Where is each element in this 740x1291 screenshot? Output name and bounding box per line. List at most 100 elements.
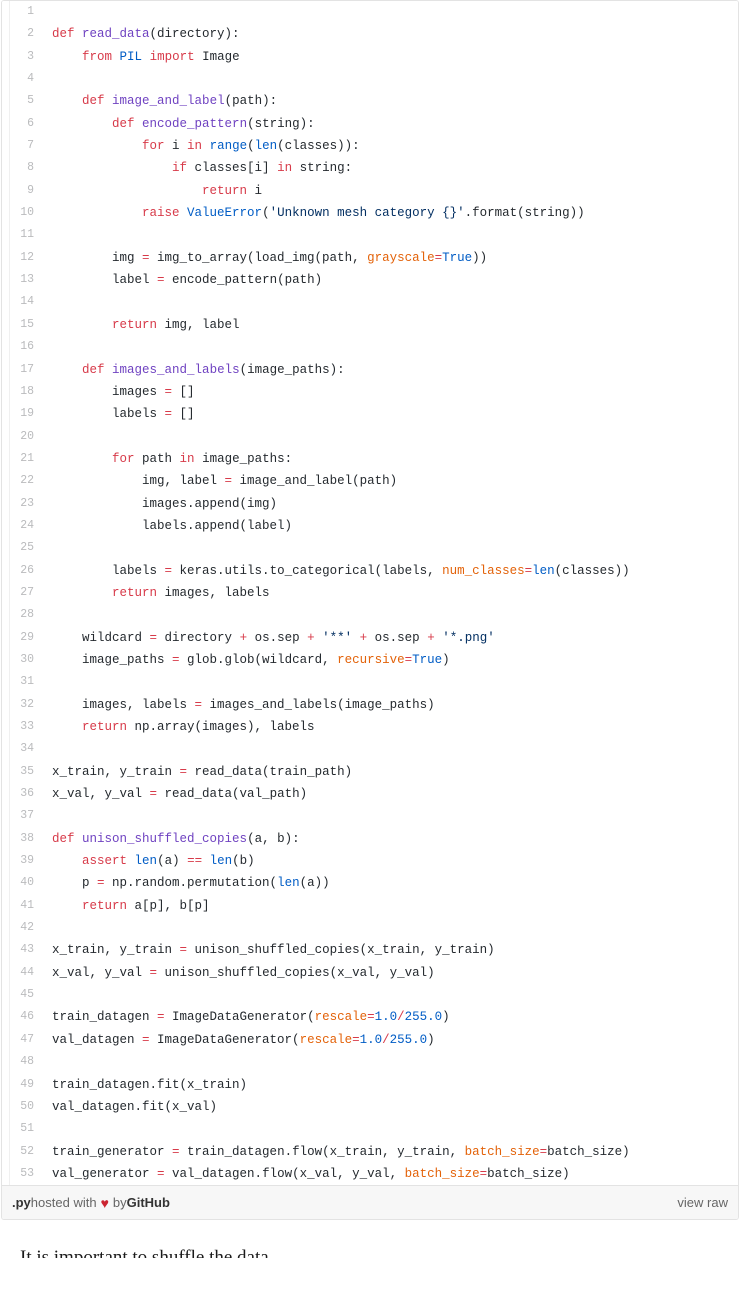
code-token: x_train, y_train <box>52 943 180 958</box>
code-token: 1.0 <box>359 1032 383 1047</box>
line-content: label = encode_pattern(path) <box>42 269 738 292</box>
line-content: image_paths = glob.glob(wildcard, recurs… <box>42 648 738 672</box>
line-content: val_generator = val_datagen.flow(x_val, … <box>42 1162 738 1186</box>
code-token: def <box>52 831 75 846</box>
code-token: = <box>224 474 233 489</box>
code-token: val_datagen.fit(x_val) <box>52 1099 218 1114</box>
gist-footer: .py hosted with ♥ by GitHub view raw <box>2 1185 738 1220</box>
line-content <box>42 984 738 1007</box>
code-line: 1 <box>2 1 738 24</box>
code-line: 3 from PIL import Image <box>2 45 738 69</box>
code-token: )) <box>472 250 488 265</box>
line-content <box>42 1 738 24</box>
code-line: 33 return np.array(images), labels <box>2 716 738 739</box>
code-token: images_and_labels <box>112 362 240 377</box>
code-line: 45 <box>2 984 738 1007</box>
code-line: 53 val_generator = val_datagen.flow(x_val… <box>2 1162 738 1186</box>
code-token: in <box>179 451 195 466</box>
line-number: 30 <box>2 648 42 672</box>
code-token: raise <box>142 206 180 221</box>
line-content: def encode_pattern(string): <box>42 112 738 136</box>
line-content: train_generator = train_datagen.flow(x_t… <box>42 1140 738 1163</box>
code-token: + <box>307 630 315 645</box>
hosted-with-label: hosted with <box>30 1195 97 1211</box>
code-token: len <box>254 139 278 154</box>
line-number: 1 <box>2 1 42 24</box>
code-token: ) <box>442 1010 450 1025</box>
code-token: return <box>112 317 158 332</box>
code-token: = <box>142 1032 150 1047</box>
code-token: = <box>434 250 443 265</box>
code-line: 19 labels = [] <box>2 403 738 426</box>
code-token: = <box>157 273 165 288</box>
code-line: 44 x_val, y_val = unison_shuffled_copies(… <box>2 961 738 985</box>
code-line: 22 img, label = image_and_label(path) <box>2 470 738 493</box>
code-token: unison_shuffled_copies(x_val, y_val) <box>157 965 435 980</box>
line-number: 33 <box>2 716 42 739</box>
code-token: ( <box>262 206 270 221</box>
code-token: = <box>164 407 173 422</box>
code-token: 255.0 <box>404 1010 443 1025</box>
code-token: = <box>157 1010 165 1025</box>
line-number: 9 <box>2 179 42 203</box>
code-token: rescale <box>314 1010 368 1025</box>
code-line: 21 for path in image_paths: <box>2 447 738 471</box>
line-number: 50 <box>2 1095 42 1119</box>
code-token: (classes)) <box>554 563 630 578</box>
code-token: def <box>112 116 135 131</box>
code-token: = <box>179 764 188 779</box>
line-number: 6 <box>2 112 42 136</box>
line-content <box>42 917 738 940</box>
code-token: x_val, y_val <box>52 965 150 980</box>
code-token: = <box>142 250 150 265</box>
line-content <box>42 291 738 314</box>
code-token: = <box>164 563 173 578</box>
code-token: images, labels <box>157 585 270 600</box>
code-token: image_paths: <box>194 451 293 466</box>
line-content: return i <box>42 179 738 203</box>
code-token: return <box>82 898 128 913</box>
line-number: 38 <box>2 827 42 851</box>
code-token: batch_size <box>404 1166 480 1181</box>
line-number: 4 <box>2 68 42 91</box>
line-number: 13 <box>2 269 42 292</box>
code-token: Image <box>194 49 240 64</box>
code-token: 1.0 <box>374 1010 398 1025</box>
code-token: PIL <box>119 49 143 64</box>
code-line: 12 img = img_to_array(load_img(path, gra… <box>2 246 738 270</box>
code-token: p <box>52 876 98 891</box>
line-number: 11 <box>2 224 42 247</box>
code-token: train_datagen.flow(x_train, y_train, <box>179 1144 465 1159</box>
view-raw-link[interactable]: view raw <box>677 1195 728 1210</box>
code-line: 36 x_val, y_val = read_data(val_path) <box>2 783 738 806</box>
code-token: = <box>367 1010 375 1025</box>
code-token: batch_size) <box>547 1144 630 1159</box>
code-token: [] <box>172 407 195 422</box>
code-token: os.sep <box>247 630 308 645</box>
line-number: 2 <box>2 23 42 46</box>
line-number: 39 <box>2 850 42 873</box>
code-line: 42 <box>2 917 738 940</box>
line-content <box>42 224 738 247</box>
code-token: in <box>277 161 293 176</box>
line-number: 17 <box>2 358 42 381</box>
heart-icon: ♥ <box>100 1194 109 1211</box>
code-token: '*.png' <box>442 630 495 645</box>
code-token: ( <box>247 139 255 154</box>
below-gist-paragraph: It is important to shuffle the data <box>20 1247 269 1259</box>
code-token: image_paths <box>52 652 173 667</box>
code-line: 39 assert len(a) == len(b) <box>2 850 738 873</box>
code-line: 49 train_datagen.fit(x_train) <box>2 1073 738 1096</box>
code-token: = <box>172 652 180 667</box>
line-number: 36 <box>2 783 42 806</box>
code-table: 1 2 def read_data(directory): 3 from PIL i… <box>2 1 738 1186</box>
code-token: label <box>52 273 158 288</box>
code-line: 9 return i <box>2 179 738 203</box>
